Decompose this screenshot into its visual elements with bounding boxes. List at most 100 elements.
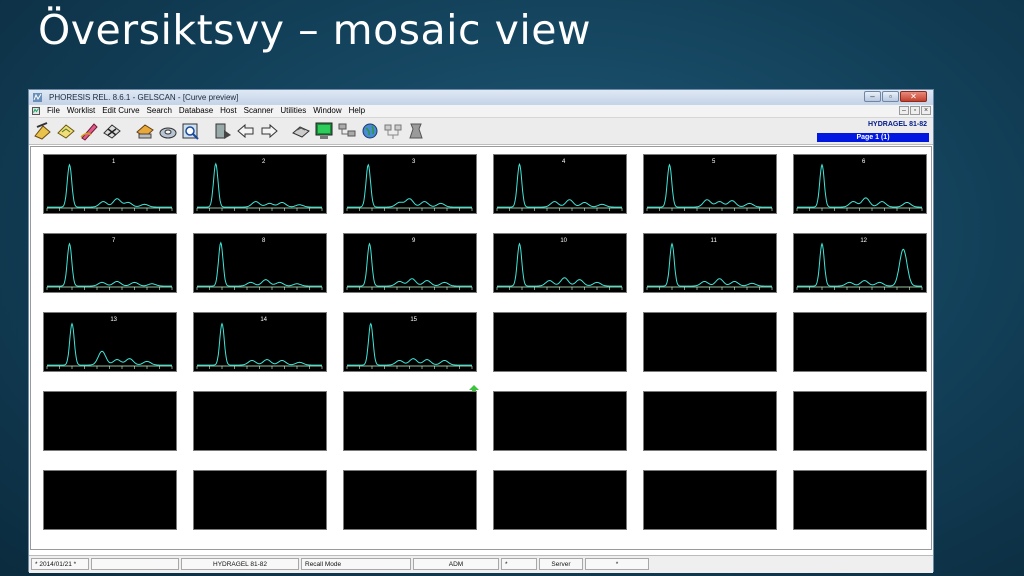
pen-icon[interactable] <box>79 121 99 141</box>
status-date: * 2014/01/21 * <box>31 558 89 570</box>
protein-curve <box>347 242 472 287</box>
protein-curve <box>197 241 322 287</box>
mdi-restore-button[interactable]: ▫ <box>910 106 920 115</box>
minimize-button[interactable]: – <box>864 91 881 102</box>
protein-curve <box>347 163 472 208</box>
menu-help[interactable]: Help <box>349 105 365 117</box>
curve-panel[interactable] <box>493 391 627 451</box>
curve-panel[interactable] <box>193 391 327 451</box>
curve-panel[interactable] <box>343 391 477 451</box>
curve-panel[interactable] <box>343 470 477 530</box>
panel-number: 8 <box>262 238 266 244</box>
maximize-button[interactable]: ▫ <box>882 91 899 102</box>
panel-number: 14 <box>260 317 268 323</box>
panel-number: 3 <box>412 159 416 165</box>
protein-curve <box>797 163 922 208</box>
mdi-minimize-button[interactable]: – <box>899 106 909 115</box>
panel-number: 15 <box>410 317 418 323</box>
panel-number: 4 <box>562 159 566 165</box>
curve-panel[interactable]: 9 <box>343 233 477 293</box>
menu-host[interactable]: Host <box>220 105 236 117</box>
curve-panel[interactable]: 5 <box>643 154 777 214</box>
menu-window[interactable]: Window <box>313 105 341 117</box>
menu-items: File Worklist Edit Curve Search Database… <box>47 105 372 117</box>
curve-panel[interactable]: 12 <box>793 233 927 293</box>
curve-panel[interactable]: 11 <box>643 233 777 293</box>
curve-panel[interactable]: 7 <box>43 233 177 293</box>
tower-icon[interactable] <box>406 121 426 141</box>
panel-number: 11 <box>710 238 717 244</box>
curve-panel[interactable]: 3 <box>343 154 477 214</box>
protein-curve <box>497 162 622 208</box>
panel-number: 1 <box>112 159 116 165</box>
mdi-close-button[interactable]: × <box>921 106 931 115</box>
network-icon[interactable] <box>337 121 357 141</box>
statusbar: * 2014/01/21 * HYDRAGEL 81-82 Recall Mod… <box>29 555 933 573</box>
printer-icon[interactable] <box>291 121 311 141</box>
curve-panel[interactable] <box>193 470 327 530</box>
window-titlebar[interactable]: PHORESIS REL. 8.6.1 - GELSCAN - [Curve p… <box>29 90 933 106</box>
disk-icon[interactable] <box>158 121 178 141</box>
protein-curve <box>647 163 772 208</box>
curve-panel[interactable] <box>643 391 777 451</box>
export-icon[interactable] <box>213 121 233 141</box>
curve-panel[interactable]: 13 <box>43 312 177 372</box>
page-indicator: Page 1 (1) <box>817 133 929 142</box>
curve-panel[interactable]: 1 <box>43 154 177 214</box>
status-gel-type: HYDRAGEL 81-82 <box>181 558 299 570</box>
protein-curve <box>497 242 622 287</box>
menu-utilities[interactable]: Utilities <box>280 105 306 117</box>
delete-icon[interactable] <box>102 121 122 141</box>
search-icon[interactable] <box>181 121 201 141</box>
app-window: PHORESIS REL. 8.6.1 - GELSCAN - [Curve p… <box>28 89 934 573</box>
open-icon[interactable] <box>56 121 76 141</box>
protein-curve <box>47 322 172 366</box>
curve-panel[interactable] <box>643 312 777 372</box>
status-empty <box>91 558 179 570</box>
menu-scanner[interactable]: Scanner <box>244 105 274 117</box>
arrow-right-icon[interactable] <box>259 121 279 141</box>
panel-number: 13 <box>110 317 118 323</box>
menu-database[interactable]: Database <box>179 105 213 117</box>
close-button[interactable]: ✕ <box>900 91 927 102</box>
menu-search[interactable]: Search <box>147 105 172 117</box>
globe-icon[interactable] <box>360 121 380 141</box>
curve-panel[interactable] <box>43 470 177 530</box>
arrow-left-icon[interactable] <box>236 121 256 141</box>
slide-title: Översiktsvy – mosaic view <box>38 6 592 54</box>
status-server: Server <box>539 558 583 570</box>
panel-number: 7 <box>112 238 116 244</box>
curve-panel[interactable] <box>643 470 777 530</box>
curve-panel[interactable]: 14 <box>193 312 327 372</box>
edit-curve-icon[interactable] <box>33 121 53 141</box>
curve-panel[interactable]: 4 <box>493 154 627 214</box>
host-icon[interactable] <box>383 121 403 141</box>
status-indicator: * <box>585 558 649 570</box>
monitor-icon[interactable] <box>314 121 334 141</box>
menu-file[interactable]: File <box>47 105 60 117</box>
curve-panel[interactable]: 6 <box>793 154 927 214</box>
panel-number: 2 <box>262 159 266 165</box>
curve-panel[interactable]: 15 <box>343 312 477 372</box>
curve-panel[interactable]: 2 <box>193 154 327 214</box>
panel-number: 5 <box>712 159 716 165</box>
menu-edit-curve[interactable]: Edit Curve <box>102 105 139 117</box>
curve-panel[interactable] <box>793 391 927 451</box>
mdi-controls: – ▫ × <box>898 106 931 115</box>
status-flag: * <box>501 558 537 570</box>
menubar: File Worklist Edit Curve Search Database… <box>29 105 933 118</box>
curve-panel[interactable] <box>493 312 627 372</box>
curve-panel[interactable] <box>793 312 927 372</box>
curve-panel[interactable]: 8 <box>193 233 327 293</box>
panel-number: 9 <box>412 238 416 244</box>
curve-panel[interactable] <box>493 470 627 530</box>
curve-panel[interactable] <box>793 470 927 530</box>
curve-panel[interactable] <box>43 391 177 451</box>
toolbar <box>29 118 933 145</box>
scan-icon[interactable] <box>135 121 155 141</box>
curve-panel[interactable]: 10 <box>493 233 627 293</box>
panel-number: 6 <box>862 159 866 165</box>
document-icon[interactable] <box>32 107 40 115</box>
protein-curve <box>647 242 772 287</box>
menu-worklist[interactable]: Worklist <box>67 105 95 117</box>
